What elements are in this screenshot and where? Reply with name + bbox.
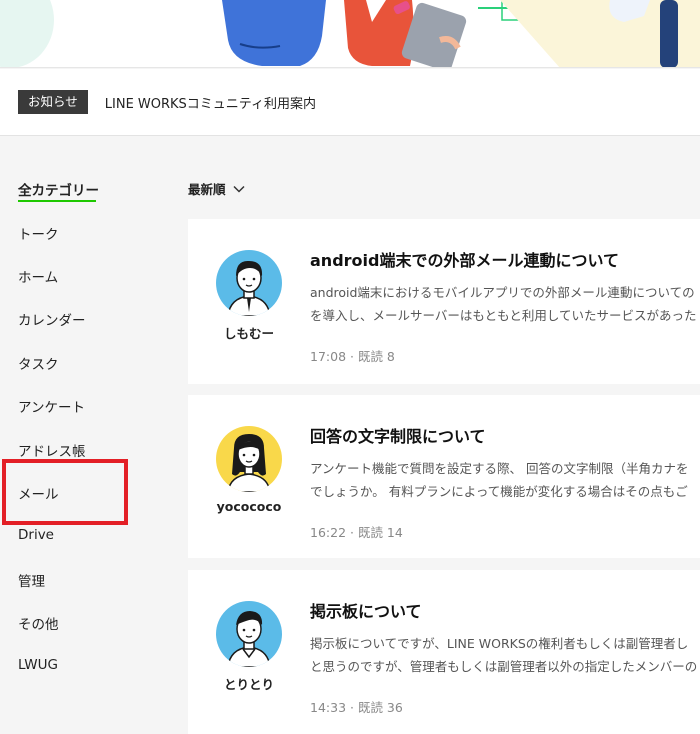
category-all[interactable]: 全カテゴリー [18, 179, 99, 199]
category-calendar[interactable]: カレンダー [18, 309, 86, 329]
category-other[interactable]: その他 [18, 613, 59, 633]
category-home[interactable]: ホーム [18, 266, 58, 286]
notice-link[interactable]: LINE WORKSコミュニティ利用案内 [105, 93, 316, 112]
category-drive[interactable]: Drive [18, 527, 54, 543]
mail-highlight-box [2, 459, 128, 525]
post-title[interactable]: android端末での外部メール連動について [310, 247, 619, 271]
author-name[interactable]: yocococo [188, 499, 310, 514]
woman-avatar-icon [227, 434, 271, 492]
author-name[interactable]: とりとり [188, 674, 310, 693]
excerpt-line: アンケート機能で質問を設定する際、 回答の文字制限（半角カナを [310, 461, 689, 476]
sort-label: 最新順 [188, 182, 226, 197]
category-talk[interactable]: トーク [18, 223, 59, 243]
category-address-book[interactable]: アドレス帳 [18, 440, 86, 460]
excerpt-line: でしょうか。 有料プランによって機能が変化する場合はその点もご [310, 484, 688, 499]
post-meta: 17:08 · 既読 8 [310, 349, 395, 364]
post-title[interactable]: 回答の文字制限について [310, 423, 486, 447]
author-name[interactable]: しもむー [188, 323, 310, 342]
post-meta: 14:33 · 既読 36 [310, 700, 403, 715]
man-avatar-icon [227, 611, 271, 667]
avatar [216, 250, 282, 316]
notice-badge: お知らせ [18, 90, 88, 114]
sort-dropdown[interactable]: 最新順 [188, 179, 245, 198]
avatar [216, 426, 282, 492]
category-admin[interactable]: 管理 [18, 570, 45, 590]
notice-bar[interactable]: お知らせ LINE WORKSコミュニティ利用案内 [0, 69, 700, 136]
excerpt-line: を導入し、メールサーバーはもともと利用していたサービスがあった [310, 308, 697, 323]
category-lwug[interactable]: LWUG [18, 657, 58, 673]
post-card[interactable]: とりとり 掲示板について 掲示板についてですが、LINE WORKSの権利者もし… [188, 570, 700, 734]
avatar [216, 601, 282, 667]
post-excerpt: アンケート機能で質問を設定する際、 回答の文字制限（半角カナを でしょうか。 有… [310, 457, 700, 503]
man-avatar-icon [227, 260, 271, 316]
category-survey[interactable]: アンケート [18, 396, 85, 416]
post-excerpt: android端末におけるモバイルアプリでの外部メール連動についての を導入し、… [310, 281, 700, 327]
excerpt-line: と思うのですが、管理者もしくは副管理者以外の指定したメンバーの [310, 659, 698, 674]
active-category-underline [18, 200, 96, 202]
post-title[interactable]: 掲示板について [310, 598, 422, 622]
category-task[interactable]: タスク [18, 353, 59, 373]
post-meta: 16:22 · 既読 14 [310, 525, 403, 540]
excerpt-line: android端末におけるモバイルアプリでの外部メール連動についての [310, 285, 695, 300]
post-card[interactable]: しもむー android端末での外部メール連動について android端末におけ… [188, 219, 700, 384]
excerpt-line: 掲示板についてですが、LINE WORKSの権利者もしくは副管理者し [310, 636, 689, 651]
chevron-down-icon [232, 185, 245, 193]
post-card[interactable]: yocococo 回答の文字制限について アンケート機能で質問を設定する際、 回… [188, 395, 700, 558]
banner-illustration [0, 0, 700, 67]
post-excerpt: 掲示板についてですが、LINE WORKSの権利者もしくは副管理者し と思うので… [310, 632, 700, 678]
header-banner [0, 0, 700, 68]
